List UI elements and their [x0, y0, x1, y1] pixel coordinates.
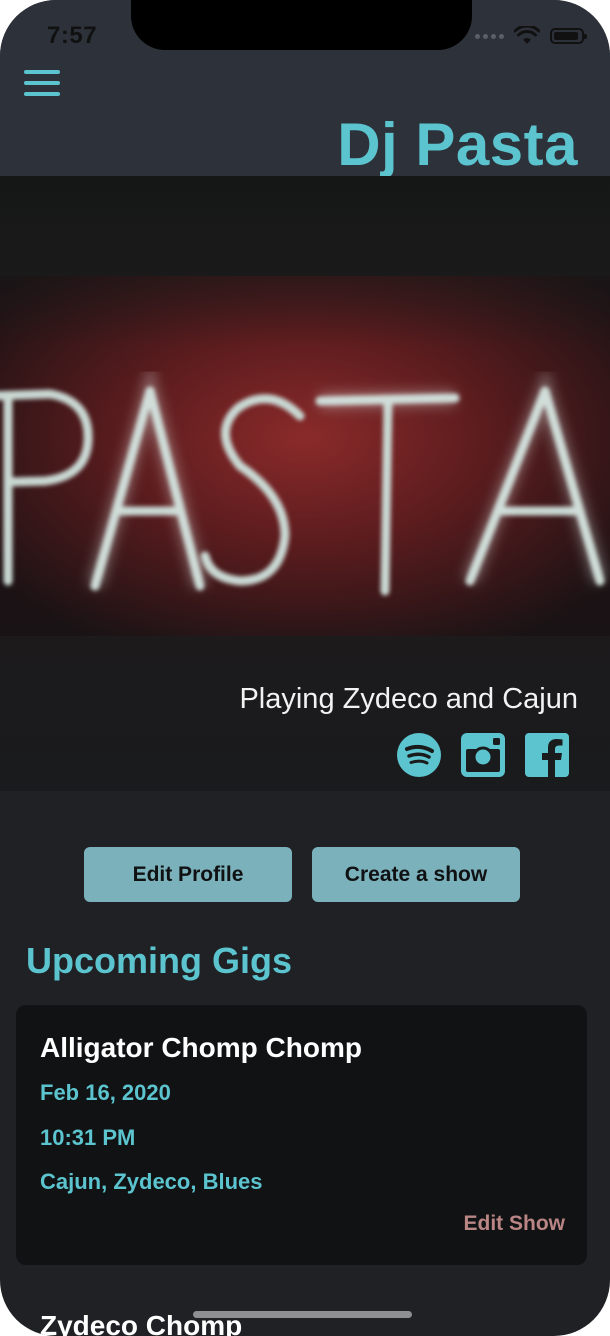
hero-image: Playing Zydeco and Cajun — [0, 176, 610, 791]
facebook-icon[interactable] — [524, 732, 570, 778]
home-indicator[interactable] — [193, 1311, 412, 1318]
instagram-icon[interactable] — [460, 732, 506, 778]
artist-tagline: Playing Zydeco and Cajun — [239, 683, 578, 715]
wifi-icon — [514, 26, 540, 44]
gig-date: Feb 16, 2020 — [40, 1080, 171, 1105]
battery-icon — [550, 28, 587, 44]
app-screen: 7:57 Dj Pasta Playing Zydeco and Cajun E… — [0, 0, 610, 1336]
social-links — [396, 732, 570, 778]
edit-profile-button[interactable]: Edit Profile — [84, 847, 292, 902]
gig-title: Alligator Chomp Chomp — [40, 1032, 362, 1063]
gig-time: 10:31 PM — [40, 1125, 136, 1150]
create-show-button[interactable]: Create a show — [312, 847, 520, 902]
status-icons — [475, 26, 587, 46]
gig-genres: Cajun, Zydeco, Blues — [40, 1169, 263, 1194]
edit-show-button[interactable]: Edit Show — [464, 1212, 566, 1236]
cellular-signal-icon — [475, 33, 504, 39]
artist-name-title: Dj Pasta — [337, 111, 578, 178]
spotify-icon[interactable] — [396, 732, 442, 778]
status-time: 7:57 — [47, 22, 98, 49]
device-notch — [131, 0, 472, 50]
upcoming-gigs-heading: Upcoming Gigs — [26, 940, 293, 981]
header-bar: 7:57 Dj Pasta — [0, 0, 610, 178]
gig-card[interactable]: Alligator Chomp Chomp Feb 16, 2020 10:31… — [16, 1005, 587, 1265]
hamburger-menu-icon[interactable] — [24, 70, 62, 100]
